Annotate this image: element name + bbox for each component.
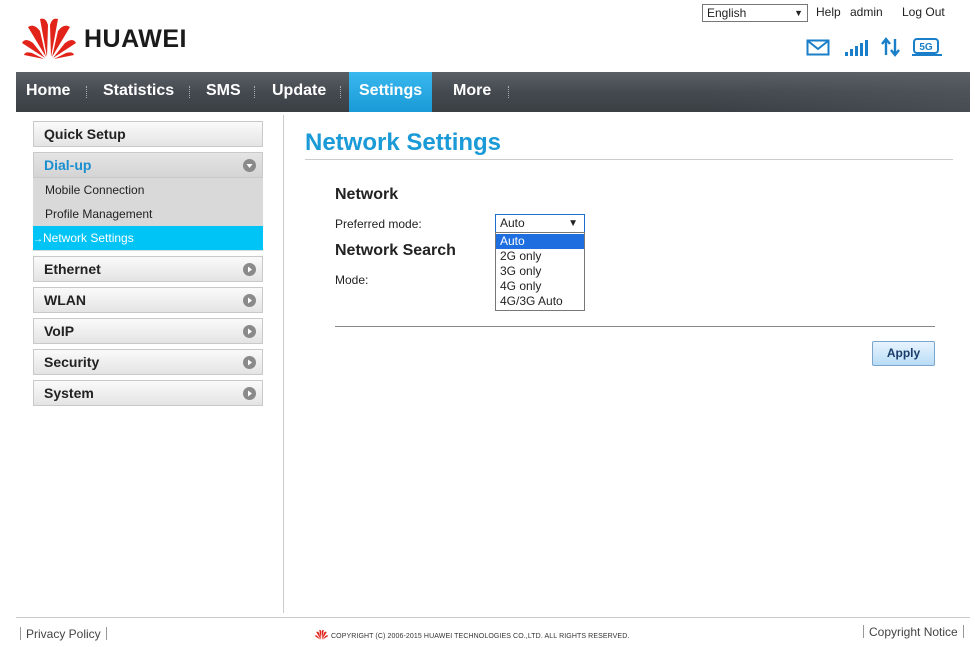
sidebar-system-label: System <box>44 385 94 401</box>
main-nav: Home Statistics SMS Update Settings More <box>16 72 970 112</box>
nav-statistics[interactable]: Statistics <box>103 72 174 112</box>
nav-home[interactable]: Home <box>26 72 70 112</box>
sidebar-security-label: Security <box>44 354 100 370</box>
sidebar-voip-label: VoIP <box>44 323 75 339</box>
option-2g-only[interactable]: 2G only <box>496 249 584 264</box>
footer-divider <box>16 617 970 618</box>
huawei-logo-icon <box>314 629 329 640</box>
nav-separator <box>340 86 341 98</box>
nav-more[interactable]: More <box>453 72 491 112</box>
sidebar-item-network-settings[interactable]: →Network Settings <box>33 226 263 250</box>
nav-separator <box>86 86 87 98</box>
sidebar-item-profile-management[interactable]: Profile Management <box>33 202 263 226</box>
brand-name: HUAWEI <box>84 25 187 53</box>
mode-label: Mode: <box>335 273 369 287</box>
privacy-policy-link[interactable]: Privacy Policy <box>26 627 101 641</box>
preferred-mode-label: Preferred mode: <box>335 217 422 231</box>
content-divider <box>335 326 935 327</box>
logout-link[interactable]: Log Out <box>902 5 945 19</box>
nav-sms[interactable]: SMS <box>206 72 241 112</box>
chevron-right-icon <box>243 263 256 276</box>
preferred-mode-select[interactable]: Auto ▼ <box>495 214 585 233</box>
sidebar-ethernet[interactable]: Ethernet <box>33 256 263 282</box>
sidebar-item-label: Network Settings <box>43 231 134 245</box>
chevron-right-icon <box>243 294 256 307</box>
footer-separator <box>863 625 864 638</box>
sidebar-quick-setup-label: Quick Setup <box>44 126 126 142</box>
footer-separator <box>20 627 21 640</box>
nav-separator <box>508 86 509 98</box>
signal-bars-icon <box>845 40 868 56</box>
language-select-value: English <box>707 6 747 20</box>
apply-button[interactable]: Apply <box>872 341 935 366</box>
chevron-down-icon <box>243 159 256 172</box>
copyright-notice-link[interactable]: Copyright Notice <box>869 625 958 639</box>
huawei-logo-icon <box>22 18 76 59</box>
sidebar-quick-setup[interactable]: Quick Setup <box>33 121 263 147</box>
sidebar-dialup[interactable]: Dial-up <box>33 152 263 178</box>
nav-settings[interactable]: Settings <box>349 72 432 112</box>
sidebar-ethernet-label: Ethernet <box>44 261 101 277</box>
language-select[interactable]: English ▼ <box>702 4 808 22</box>
preferred-mode-options: Auto 2G only 3G only 4G only 4G/3G Auto <box>495 232 585 311</box>
nav-update[interactable]: Update <box>272 72 326 112</box>
username-label: admin <box>850 5 883 19</box>
page-title: Network Settings <box>305 129 502 156</box>
arrow-right-icon: → <box>33 234 43 245</box>
sidebar-security[interactable]: Security <box>33 349 263 375</box>
dialup-submenu: Mobile Connection Profile Management →Ne… <box>33 178 263 251</box>
title-divider <box>305 159 953 160</box>
chevron-down-icon: ▼ <box>794 8 803 18</box>
sidebar-divider <box>283 115 284 613</box>
sidebar-wlan-label: WLAN <box>44 292 86 308</box>
option-auto[interactable]: Auto <box>496 234 584 249</box>
chevron-down-icon: ▼ <box>568 218 578 229</box>
chevron-right-icon <box>243 325 256 338</box>
sidebar-wlan[interactable]: WLAN <box>33 287 263 313</box>
nav-separator <box>189 86 190 98</box>
footer-separator <box>963 625 964 638</box>
nav-separator <box>254 86 255 98</box>
copyright-text: COPYRIGHT (C) 2006-2015 HUAWEI TECHNOLOG… <box>331 633 630 640</box>
footer-separator <box>106 627 107 640</box>
data-transfer-icon <box>881 37 900 57</box>
option-4g-only[interactable]: 4G only <box>496 279 584 294</box>
network-search-section-title: Network Search <box>335 242 456 259</box>
help-link[interactable]: Help <box>816 5 841 19</box>
chevron-right-icon <box>243 387 256 400</box>
sidebar-item-label: Profile Management <box>45 207 153 221</box>
network-5g-icon: 5G <box>912 38 942 56</box>
network-5g-label: 5G <box>919 42 933 53</box>
sidebar-item-label: Mobile Connection <box>45 183 145 197</box>
network-section-title: Network <box>335 186 399 203</box>
preferred-mode-value: Auto <box>500 216 525 230</box>
option-3g-only[interactable]: 3G only <box>496 264 584 279</box>
sidebar-voip[interactable]: VoIP <box>33 318 263 344</box>
sidebar-dialup-label: Dial-up <box>44 157 92 173</box>
envelope-icon[interactable] <box>806 37 830 57</box>
sidebar-system[interactable]: System <box>33 380 263 406</box>
router-admin-page: English ▼ Help admin Log Out HUAWEI 5G H… <box>0 0 975 647</box>
chevron-right-icon <box>243 356 256 369</box>
sidebar-item-mobile-connection[interactable]: Mobile Connection <box>33 178 263 202</box>
option-4g3g-auto[interactable]: 4G/3G Auto <box>496 294 584 309</box>
